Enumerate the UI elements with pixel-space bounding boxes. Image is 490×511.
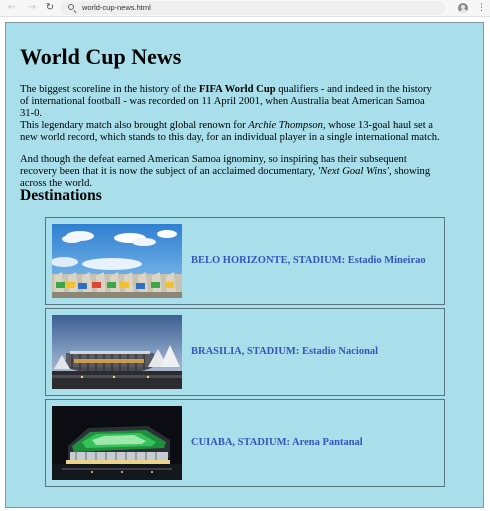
more-vertical-icon: ⋮ — [477, 3, 486, 13]
archie-thompson-italic: Archie Thompson — [248, 120, 323, 131]
intro-paragraph: The biggest scoreline in the history of … — [20, 84, 440, 120]
documentary-paragraph: And though the defeat earned American Sa… — [20, 154, 440, 190]
destination-card-brasilia[interactable]: BRASILIA, STADIUM: Estadio Nacional — [45, 308, 445, 396]
destination-card-cuiaba[interactable]: CUIABA, STADIUM: Arena Pantanal — [45, 399, 445, 487]
thompson-paragraph: This legendary match also brought global… — [20, 120, 440, 144]
browser-menu-button[interactable]: ⋮ — [477, 2, 486, 14]
paragraph-text: The biggest scoreline in the history of … — [20, 84, 199, 95]
arrow-right-icon: → — [27, 2, 37, 13]
back-button[interactable]: ← — [6, 2, 18, 14]
reload-icon: ↻ — [45, 2, 55, 13]
paragraph-text: This legendary match also brought global… — [20, 120, 249, 131]
destinations-heading: Destinations — [20, 187, 102, 204]
search-icon — [68, 4, 74, 10]
profile-icon[interactable] — [458, 3, 468, 13]
reload-button[interactable]: ↻ — [44, 2, 56, 14]
address-url[interactable]: world-cup-news.html — [82, 1, 151, 15]
browser-window: ← → ↻ world-cup-news.html ⋮ World Cup Ne… — [0, 0, 490, 511]
forward-button[interactable]: → — [26, 2, 38, 14]
destination-link-brasilia[interactable]: BRASILIA, STADIUM: Estadio Nacional — [191, 309, 378, 395]
stadium-photo-nacional — [52, 315, 182, 389]
page-viewport: World Cup News The biggest scoreline in … — [0, 17, 490, 511]
page-title: World Cup News — [20, 44, 182, 69]
browser-toolbar: ← → ↻ world-cup-news.html ⋮ — [0, 0, 490, 17]
documentary-title-italic: 'Next Goal Wins' — [317, 166, 389, 177]
stadium-photo-pantanal — [52, 406, 182, 480]
stadium-photo-mineirao — [52, 224, 182, 298]
destination-link-cuiaba[interactable]: CUIABA, STADIUM: Arena Pantanal — [191, 400, 363, 486]
stadium-image-pantanal[interactable] — [52, 406, 182, 480]
stadium-image-nacional[interactable] — [52, 315, 182, 389]
arrow-left-icon: ← — [7, 2, 17, 13]
stadium-image-mineirao[interactable] — [52, 224, 182, 298]
fifa-world-cup-bold: FIFA World Cup — [198, 84, 276, 95]
address-bar[interactable]: world-cup-news.html — [60, 1, 445, 15]
page-content: World Cup News The biggest scoreline in … — [5, 22, 484, 508]
destination-card-belo-horizonte[interactable]: BELO HORIZONTE, STADIUM: Estadio Mineira… — [45, 217, 445, 305]
destination-link-belo-horizonte[interactable]: BELO HORIZONTE, STADIUM: Estadio Mineira… — [191, 218, 426, 304]
